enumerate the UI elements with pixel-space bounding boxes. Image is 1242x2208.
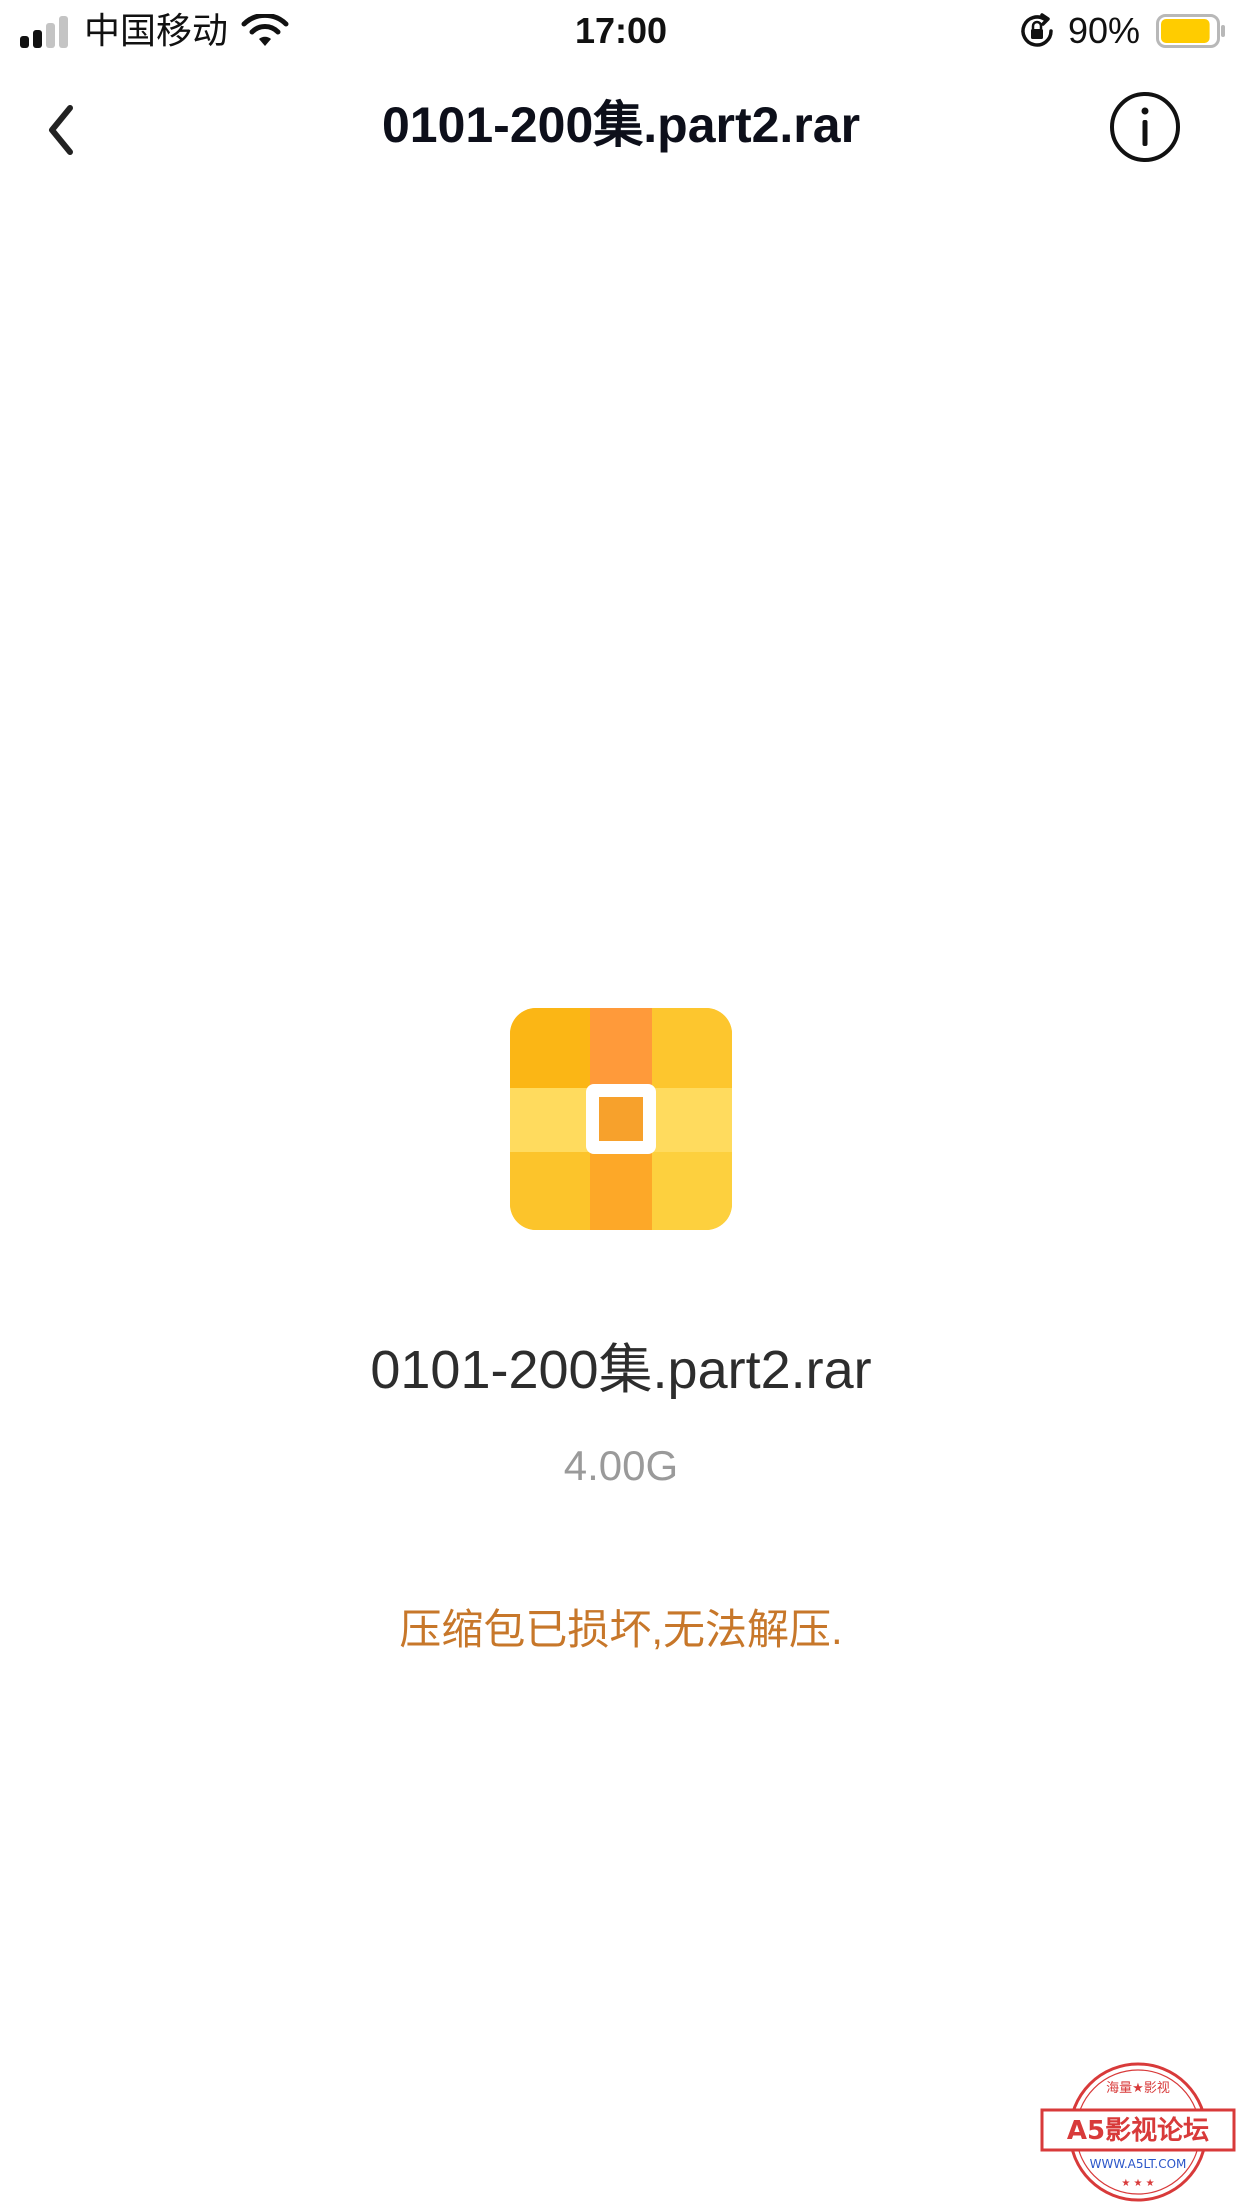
watermark-top-text: 海量★影视: [1106, 2081, 1170, 2096]
battery-icon: [1156, 14, 1225, 48]
navigation-bar: 0101-200集.part2.rar: [0, 62, 1242, 192]
archive-icon: [510, 1008, 732, 1230]
rotation-lock-icon: [1021, 13, 1053, 47]
watermark-url-text: WWW.A5LT.COM: [1090, 2157, 1187, 2171]
file-size: 4.00G: [563, 1442, 679, 1489]
watermark-main-text: A5影视论坛: [1067, 2116, 1209, 2146]
battery-percent: 90%: [1068, 10, 1141, 51]
svg-text:★ ★ ★: ★ ★ ★: [1121, 2178, 1154, 2189]
file-name: 0101-200集.part2.rar: [370, 1340, 872, 1400]
error-message: 压缩包已损坏,无法解压.: [399, 1606, 843, 1653]
page-title: 0101-200集.part2.rar: [381, 97, 861, 153]
status-bar: 中国移动 17:00 90%: [0, 0, 1242, 62]
info-circle-icon[interactable]: [1108, 90, 1182, 164]
forum-stamp-watermark: 海量★影视 A5影视论坛 WWW.A5LT.COM ★ ★ ★: [1040, 2062, 1236, 2202]
chevron-left-icon[interactable]: [24, 78, 104, 168]
